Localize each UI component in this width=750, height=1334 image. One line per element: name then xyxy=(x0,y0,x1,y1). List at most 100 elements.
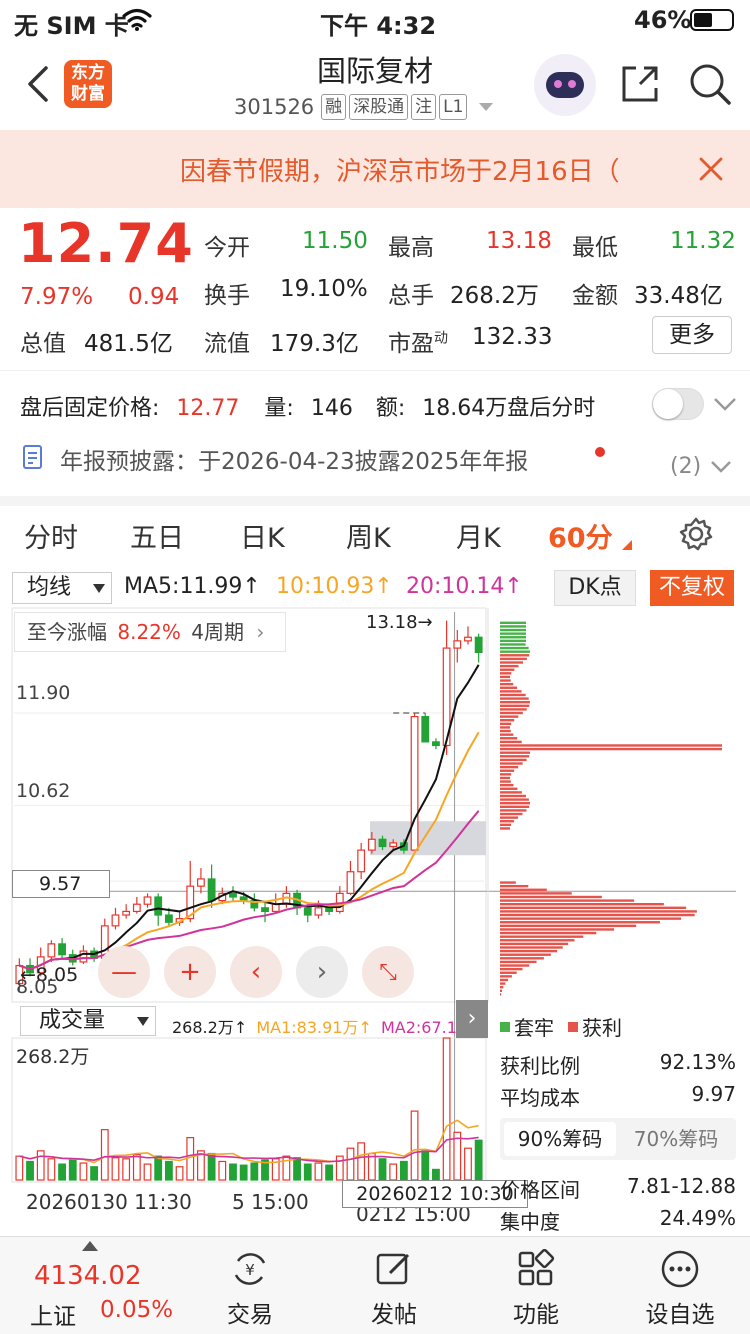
volume-bar xyxy=(229,1163,237,1181)
eastmoney-logo[interactable]: 东方 财富 xyxy=(64,60,112,108)
chip-bar xyxy=(500,812,523,816)
candle-body xyxy=(346,871,355,894)
afterhours-amt-label: 额: xyxy=(375,396,406,421)
chip-bar xyxy=(500,740,522,744)
chip-bar xyxy=(500,679,511,682)
battery-percent: 46% xyxy=(634,6,692,34)
chip-bar xyxy=(500,946,563,949)
zoom-out-button[interactable]: — xyxy=(98,946,150,998)
afterhours-amt: 18.64万 xyxy=(422,396,508,421)
fullscreen-button[interactable]: ⤡ xyxy=(362,946,414,998)
ma20-value: 20:10.14↑ xyxy=(406,574,523,599)
afterhours-toggle[interactable] xyxy=(652,388,704,420)
holiday-banner[interactable]: 因春节假期，沪深京市场于2月16日（ xyxy=(0,130,750,208)
search-icon[interactable] xyxy=(688,62,732,106)
tab-chip-90[interactable]: 90%筹码 xyxy=(504,1122,616,1156)
volume-bar xyxy=(164,1160,173,1181)
grid-icon xyxy=(518,1249,555,1286)
more-button[interactable]: 更多 xyxy=(652,316,732,354)
chip-bar xyxy=(500,726,511,729)
volume-bar xyxy=(26,1160,34,1181)
tab-corner-icon xyxy=(622,540,632,550)
chip-bar xyxy=(500,967,523,971)
candle-body xyxy=(357,849,366,873)
back-arrow-icon[interactable] xyxy=(24,64,52,104)
tab-weekly-k[interactable]: 周K xyxy=(346,516,391,555)
chip-bar xyxy=(500,957,544,960)
period-gain-box[interactable]: 至今涨幅 8.22% 4周期 › xyxy=(14,612,286,652)
volume-bar xyxy=(175,1166,184,1181)
gear-icon[interactable] xyxy=(678,516,714,552)
mktcap-label: 总值 xyxy=(20,331,66,357)
volume-indicator-select[interactable]: 成交量 xyxy=(20,1006,156,1036)
zoom-in-button[interactable]: + xyxy=(164,946,216,998)
chip-tabs: 90%筹码 70%筹码 xyxy=(500,1118,736,1160)
share-icon[interactable] xyxy=(618,62,662,106)
chip-bar xyxy=(500,809,527,812)
tab-five-day[interactable]: 五日 xyxy=(130,516,184,555)
index-value[interactable]: 4134.02 xyxy=(34,1261,142,1291)
collapse-panel-button[interactable]: › xyxy=(456,1000,488,1038)
nav-functions[interactable]: 功能 xyxy=(476,1237,596,1334)
chip-distribution xyxy=(500,621,722,996)
tab-daily-k[interactable]: 日K xyxy=(240,516,285,555)
volume-bar xyxy=(250,1162,259,1181)
index-change[interactable]: 0.05% xyxy=(100,1297,173,1323)
chip-bar xyxy=(500,693,526,697)
tab-chip-70[interactable]: 70%筹码 xyxy=(620,1122,732,1156)
candle-body xyxy=(197,878,205,887)
notice-count[interactable]: (2) xyxy=(670,454,701,479)
chip-bar xyxy=(500,989,503,992)
float-value: 179.3亿 xyxy=(270,331,359,357)
chip-bar xyxy=(500,751,530,754)
volume-bar xyxy=(399,1160,408,1181)
close-icon[interactable] xyxy=(698,156,724,182)
candle-body xyxy=(132,903,141,913)
chip-bar xyxy=(500,906,687,910)
volume-bar xyxy=(15,1155,24,1181)
volume-bar xyxy=(132,1153,141,1181)
volume-bar xyxy=(293,1157,301,1181)
chip-bar xyxy=(500,942,569,946)
dk-point-button[interactable]: DK点 xyxy=(554,570,636,606)
chip-bar xyxy=(500,884,529,888)
chip-bar xyxy=(500,953,551,956)
volume-bar xyxy=(314,1162,323,1181)
price-range-value: 7.81-12.88 xyxy=(626,1174,736,1198)
chip-bar xyxy=(500,791,522,794)
nav-post[interactable]: 发帖 xyxy=(334,1237,454,1334)
candle-body xyxy=(143,896,152,905)
dropdown-icon[interactable] xyxy=(477,101,495,113)
chip-bar xyxy=(500,820,514,823)
volume-bar xyxy=(474,1139,483,1181)
volume-bar xyxy=(239,1164,248,1181)
indicator-select[interactable]: 均线 xyxy=(12,572,112,604)
chevron-down-icon[interactable] xyxy=(712,396,738,412)
tab-intraday[interactable]: 分时 xyxy=(24,516,78,555)
chip-bar xyxy=(500,794,526,798)
volume-axis-max: 268.2万 xyxy=(16,1046,90,1068)
chevron-down-icon[interactable] xyxy=(710,460,732,474)
chip-bar xyxy=(500,646,529,650)
candle-body xyxy=(325,907,334,913)
scroll-left-button[interactable]: ‹ xyxy=(230,946,282,998)
chip-bar xyxy=(500,737,518,740)
crosshair-price: 9.57 xyxy=(12,870,110,898)
chip-bar xyxy=(500,628,526,632)
chip-bar xyxy=(500,690,522,693)
concentration-value: 24.49% xyxy=(659,1206,736,1230)
annual-report-notice[interactable]: 年报预披露：于2026-04-23披露2025年年报 xyxy=(60,442,528,476)
candle-body xyxy=(421,716,430,743)
amount-value: 33.48亿 xyxy=(634,283,723,309)
nav-trade[interactable]: ¥ 交易 xyxy=(190,1237,310,1334)
tab-60min[interactable]: 60分 xyxy=(548,516,613,555)
scroll-right-button[interactable]: › xyxy=(296,946,348,998)
avg-cost-label: 平均成本 xyxy=(500,1086,580,1110)
adjust-button[interactable]: 不复权 xyxy=(650,570,734,606)
chip-bar xyxy=(500,975,512,978)
assistant-avatar-icon[interactable] xyxy=(534,54,596,116)
tab-monthly-k[interactable]: 月K xyxy=(456,516,501,555)
nav-add-watchlist[interactable]: 设自选 xyxy=(620,1237,740,1334)
chip-bar xyxy=(500,939,575,942)
index-name[interactable]: 上证 xyxy=(30,1297,76,1331)
